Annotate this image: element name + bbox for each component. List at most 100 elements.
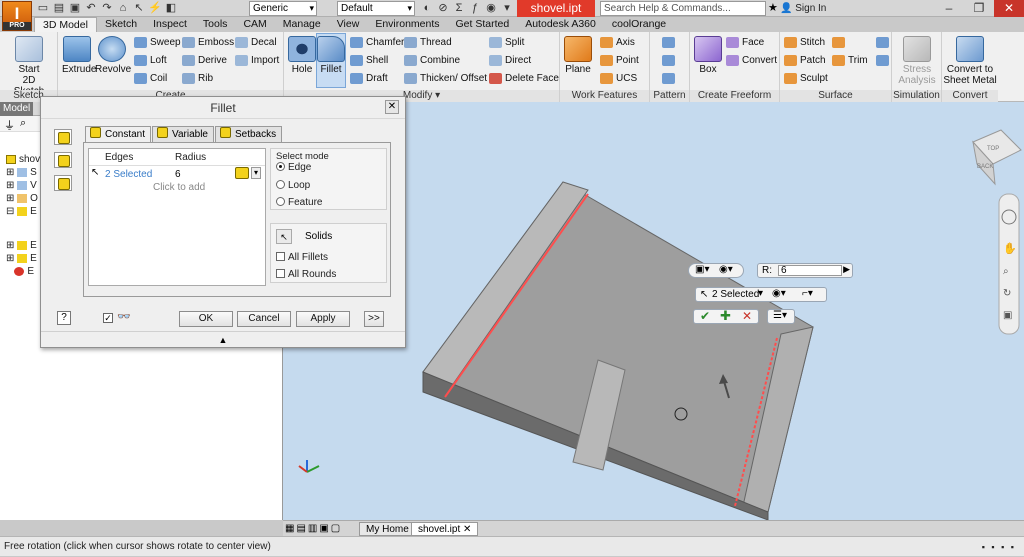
loft-button[interactable]: Loft (134, 55, 167, 66)
radius-field[interactable]: R: 6 ▶ (757, 263, 853, 278)
fillet-button[interactable]: Fillet (316, 33, 346, 88)
draft-button[interactable]: Draft (350, 73, 388, 84)
more-icon[interactable]: ▾ (500, 1, 514, 15)
convert-button[interactable]: Convert (726, 55, 777, 66)
tab-tools[interactable]: Tools (195, 17, 236, 32)
all-rounds-checkbox[interactable]: All Rounds (276, 269, 336, 280)
derive-button[interactable]: Derive (182, 55, 227, 66)
star-icon[interactable]: ★ (768, 1, 778, 14)
full-round-fillet-icon[interactable] (54, 175, 72, 191)
tree-node[interactable]: ⊟ E (6, 206, 37, 218)
mirror-button[interactable] (662, 73, 678, 84)
mode-loop-radio[interactable]: Loop (276, 180, 310, 191)
edge-fillet-icon[interactable] (54, 129, 72, 145)
stress-analysis-button[interactable]: Stress Analysis (895, 36, 939, 86)
tab-coolorange[interactable]: coolOrange (604, 17, 674, 32)
all-fillets-checkbox[interactable]: All Fillets (276, 252, 328, 263)
mode-edge-radio[interactable]: Edge (276, 162, 311, 173)
tab-inspect[interactable]: Inspect (145, 17, 195, 32)
loop-icon[interactable]: ◉▾ (772, 288, 786, 299)
apply-plus-icon[interactable]: ✚ (720, 308, 731, 324)
search-icon[interactable]: ⌕ (20, 117, 26, 130)
tab-view[interactable]: View (329, 17, 368, 32)
select-icon[interactable]: ↖ (132, 1, 146, 15)
tab-variable[interactable]: Variable (152, 126, 214, 142)
tab-setbacks[interactable]: Setbacks (214, 126, 283, 142)
patch-button[interactable]: Patch (784, 55, 826, 66)
point-button[interactable]: Point (600, 55, 639, 66)
expand-arrow-icon[interactable]: ▲ (41, 331, 405, 347)
sweep-button[interactable]: Sweep (134, 37, 181, 48)
param-icon[interactable]: ƒ (468, 1, 482, 15)
more-options-button[interactable]: >> (364, 311, 384, 327)
minimize-icon[interactable]: – (934, 0, 964, 17)
radius-cell[interactable]: 6 (175, 169, 181, 180)
tree-node[interactable]: ⊞ E (6, 240, 37, 252)
tree-node[interactable]: ⊞ O (6, 193, 38, 205)
sculpt-button[interactable]: Sculpt (784, 73, 828, 84)
extrude-button[interactable]: Extrude (62, 36, 96, 75)
rect-pattern-button[interactable] (662, 37, 678, 48)
save-icon[interactable]: ▣ (68, 1, 82, 15)
appearance-combo[interactable]: Default (337, 1, 415, 16)
split-button[interactable]: Split (489, 37, 524, 48)
sum-icon[interactable]: Σ (452, 1, 466, 15)
surface-extra-button[interactable] (832, 37, 848, 48)
selection-options-icon[interactable]: ▾ (758, 288, 763, 299)
options-menu[interactable]: ☰▾ (767, 309, 795, 324)
cancel-x-icon[interactable]: ✕ (742, 309, 752, 323)
tree-node-root[interactable]: shov (6, 154, 40, 166)
shape-dropdown-icon[interactable]: ▾ (251, 167, 261, 179)
combine-button[interactable]: Combine (404, 55, 460, 66)
mini-toolbar-modes[interactable]: ▣▾ ◉▾ (688, 263, 744, 278)
cube-icon[interactable]: ◧ (164, 1, 178, 15)
delete-face-button[interactable]: Delete Face (489, 73, 559, 84)
replace-face-button[interactable] (876, 55, 892, 66)
restore-icon[interactable]: ❐ (964, 0, 994, 17)
material-combo[interactable]: Generic (249, 1, 317, 16)
tab-constant[interactable]: Constant (85, 126, 152, 142)
tree-node[interactable]: ⊞ V (6, 180, 37, 192)
pan-icon[interactable]: ✋ (1003, 242, 1017, 255)
tab-cam[interactable]: CAM (235, 17, 274, 32)
shell-button[interactable]: Shell (350, 55, 388, 66)
axis-button[interactable]: Axis (600, 37, 635, 48)
tree-node[interactable]: E (6, 266, 34, 278)
apply-button[interactable]: Apply (296, 311, 350, 327)
stitch-button[interactable]: Stitch (784, 37, 825, 48)
rib-button[interactable]: Rib (182, 73, 213, 84)
decal-button[interactable]: Decal (235, 37, 277, 48)
coil-button[interactable]: Coil (134, 73, 167, 84)
look-at-icon[interactable]: ▣ (1003, 310, 1012, 321)
fillet-shape-icon[interactable] (235, 167, 249, 179)
mode-feature-radio[interactable]: Feature (276, 197, 322, 208)
adjust-icon[interactable]: ◐ (420, 1, 434, 15)
tab-shovel-ipt[interactable]: shovel.ipt ✕ (411, 522, 479, 536)
tab-close-icon[interactable]: ✕ (463, 524, 471, 535)
tree-node[interactable]: ⊞ S (6, 167, 37, 179)
undo-icon[interactable]: ↶ (84, 1, 98, 15)
tree-node[interactable]: ⊞ E (6, 253, 37, 265)
tab-sketch[interactable]: Sketch (97, 17, 145, 32)
thread-button[interactable]: Thread (404, 37, 452, 48)
chain-mode-icon[interactable]: ◉▾ (719, 264, 733, 275)
tab-3d-model[interactable]: 3D Model (34, 17, 97, 32)
help-icon[interactable]: ? (57, 311, 71, 325)
sign-in-link[interactable]: 👤 Sign In (780, 1, 826, 16)
circ-pattern-button[interactable] (662, 55, 678, 66)
clear-icon[interactable]: ⊘ (436, 1, 450, 15)
ok-button[interactable]: OK (179, 311, 233, 327)
revolve-button[interactable]: Revolve (95, 36, 131, 75)
fillet-type-icon[interactable]: ⌐▾ (802, 288, 813, 299)
zoom-icon[interactable]: ⌕ (1003, 266, 1009, 277)
hole-button[interactable]: Hole (288, 36, 316, 75)
new-icon[interactable]: ▭ (36, 1, 50, 15)
plane-button[interactable]: Plane (563, 36, 593, 75)
close-icon[interactable]: ✕ (994, 0, 1024, 17)
extend-button[interactable] (876, 37, 892, 48)
ucs-button[interactable]: UCS (600, 73, 637, 84)
browser-tab-model[interactable]: Model (0, 102, 34, 116)
radius-arrow-icon[interactable]: ▶ (843, 264, 850, 275)
tile-icons[interactable]: ▦▤▥▣▢ (285, 523, 342, 534)
cancel-button[interactable]: Cancel (237, 311, 291, 327)
